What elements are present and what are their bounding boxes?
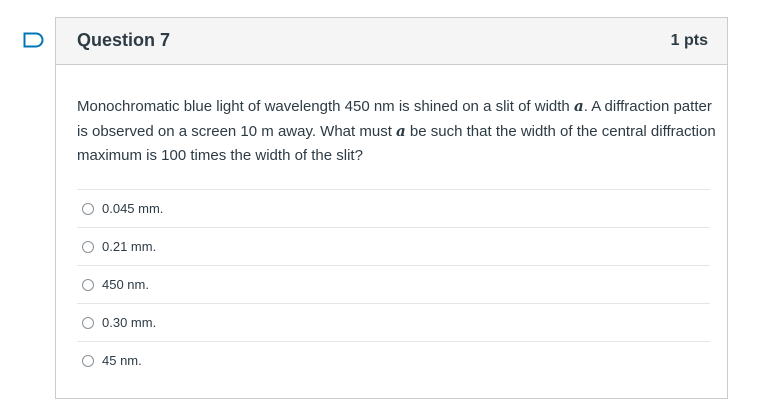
question-title: Question 7 [77, 30, 171, 50]
answer-option-4[interactable]: 0.30 mm. [77, 303, 710, 341]
answer-option-3[interactable]: 450 nm. [77, 265, 710, 303]
flag-question-icon[interactable] [23, 32, 45, 48]
question-points: 1 pts [670, 32, 708, 49]
question-text: Monochromatic blue light of wavelength 4… [77, 94, 717, 168]
question-header: Question 7 1 pts [56, 18, 727, 65]
answer-option-5[interactable]: 45 nm. [77, 341, 710, 379]
answer-label: 450 nm. [102, 277, 149, 292]
answer-label: 0.30 mm. [102, 315, 157, 330]
answer-label: 45 nm. [102, 353, 142, 368]
radio-button[interactable] [82, 240, 94, 253]
radio-button[interactable] [82, 202, 94, 215]
radio-button[interactable] [82, 278, 94, 291]
radio-button[interactable] [82, 316, 94, 329]
answer-label: 0.045 mm. [102, 201, 164, 216]
question-text-part1: Monochromatic blue light of wavelength 4… [77, 98, 574, 115]
variable-a-second: a [396, 122, 406, 140]
variable-a: a [573, 97, 584, 115]
answer-list: 0.045 mm. 0.21 mm. 450 nm. 0.30 mm. 45 n… [77, 189, 710, 379]
question-card: Question 7 1 pts Monochromatic blue ligh… [55, 17, 728, 399]
answer-label: 0.21 mm. [102, 239, 157, 254]
answer-option-2[interactable]: 0.21 mm. [77, 227, 710, 265]
radio-button[interactable] [82, 354, 94, 367]
answer-option-1[interactable]: 0.045 mm. [77, 189, 710, 227]
